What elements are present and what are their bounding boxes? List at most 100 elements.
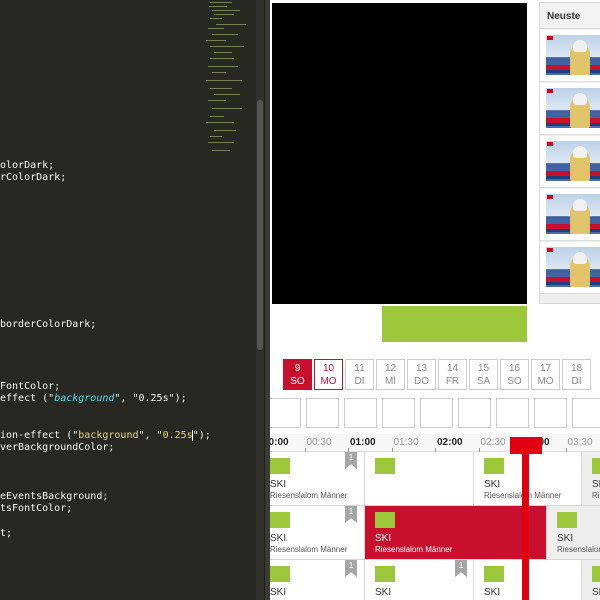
program-cell[interactable]: SKIRiesenslalom Männer1 bbox=[270, 506, 365, 560]
day-tab-13[interactable]: 13 DO bbox=[407, 359, 436, 390]
thumbnail-logo bbox=[547, 36, 553, 40]
filter-checkbox[interactable] bbox=[306, 398, 339, 428]
editor-scroll-thumb[interactable] bbox=[257, 100, 263, 350]
latest-video-item[interactable] bbox=[540, 189, 600, 241]
day-tab-17[interactable]: 17 MO bbox=[531, 359, 560, 390]
code-line[interactable]: rColorDark; bbox=[0, 172, 66, 184]
day-name: DI bbox=[354, 376, 365, 387]
program-title: SKI bbox=[484, 587, 501, 598]
filter-checkbox[interactable] bbox=[344, 398, 377, 428]
program-cell[interactable]: SKIRiesenslalom Männer1 bbox=[270, 560, 365, 600]
current-time-marker-line bbox=[522, 452, 529, 600]
time-label: 01:30 bbox=[393, 437, 419, 448]
latest-video-item[interactable] bbox=[540, 136, 600, 188]
code-area[interactable]: olorDark; rColorDark; borderColorDark; Font… bbox=[0, 0, 211, 600]
day-number: 17 bbox=[539, 363, 552, 374]
time-label: 02:30 bbox=[480, 437, 506, 448]
day-tab-14[interactable]: 14 FR bbox=[438, 359, 467, 390]
day-tab-11[interactable]: 11 DI bbox=[345, 359, 374, 390]
video-thumbnail bbox=[546, 35, 600, 75]
code-line[interactable]: verBackgroundColor; bbox=[0, 442, 114, 454]
code-line[interactable]: effect ("background", "0.25s"); bbox=[0, 393, 187, 405]
live-stream-button[interactable] bbox=[382, 306, 527, 342]
filter-checkbox[interactable] bbox=[382, 398, 415, 428]
code-line[interactable]: ion-effect ("background", "0.25s"); bbox=[0, 430, 211, 442]
program-category-icon bbox=[270, 566, 290, 582]
code-line[interactable]: tsFontColor; bbox=[0, 503, 72, 515]
bookmark-icon[interactable]: 1 bbox=[345, 452, 357, 469]
code-editor[interactable]: olorDark; rColorDark; borderColorDark; Font… bbox=[0, 0, 268, 600]
code-line[interactable]: olorDark; bbox=[0, 160, 54, 172]
day-number: 11 bbox=[354, 363, 365, 374]
program-title: SKI bbox=[375, 533, 392, 544]
day-tab-12[interactable]: 12 MI bbox=[376, 359, 405, 390]
day-number: 18 bbox=[570, 363, 583, 374]
program-subtitle: Riesenslalom Männer bbox=[270, 491, 348, 500]
minimap-line bbox=[214, 52, 232, 53]
day-name: DO bbox=[414, 376, 429, 387]
code-token: eEventsBackground; bbox=[0, 491, 109, 502]
day-name: MO bbox=[320, 376, 337, 387]
program-category-icon bbox=[592, 566, 600, 582]
day-name: FR bbox=[445, 376, 460, 387]
latest-video-item[interactable] bbox=[540, 242, 600, 294]
bookmark-icon[interactable]: 1 bbox=[345, 560, 357, 577]
program-category-icon bbox=[557, 512, 577, 528]
filter-checkbox[interactable] bbox=[572, 398, 600, 428]
video-thumbnail bbox=[546, 88, 600, 128]
minimap-line bbox=[214, 94, 240, 95]
minimap-line bbox=[214, 14, 234, 15]
bookmark-icon[interactable]: 1 bbox=[345, 506, 357, 523]
video-thumbnail bbox=[546, 141, 600, 181]
filter-checkbox[interactable] bbox=[420, 398, 453, 428]
day-number: 13 bbox=[415, 363, 428, 374]
minimap-line bbox=[210, 88, 232, 89]
editor-scrollbar[interactable] bbox=[256, 0, 264, 600]
code-line[interactable]: borderColorDark; bbox=[0, 319, 96, 331]
minimap[interactable] bbox=[200, 0, 258, 160]
filter-checkbox[interactable] bbox=[534, 398, 567, 428]
minimap-line bbox=[210, 18, 222, 19]
program-cell[interactable]: SKIRiesenslalom Männer bbox=[365, 506, 547, 560]
day-tab-10[interactable]: 10 MO bbox=[314, 359, 343, 390]
latest-video-item[interactable] bbox=[540, 83, 600, 135]
day-tab-15[interactable]: 15 SA bbox=[469, 359, 498, 390]
day-tab-18[interactable]: 18 DI bbox=[562, 359, 591, 390]
video-thumbnail bbox=[546, 247, 600, 287]
program-cell[interactable]: SKIRiesenslalom Männer bbox=[582, 560, 600, 600]
day-tab-9[interactable]: 9 SO bbox=[283, 359, 312, 390]
day-number: 14 bbox=[446, 363, 459, 374]
bookmark-icon[interactable]: 1 bbox=[455, 560, 467, 577]
video-player[interactable] bbox=[272, 3, 527, 304]
minimap-line bbox=[210, 46, 244, 47]
code-line[interactable]: t; bbox=[0, 528, 12, 540]
program-cell[interactable]: SKIRiesenslalom Männer 1 bbox=[270, 452, 365, 506]
program-title: SKI bbox=[270, 479, 287, 490]
latest-video-item[interactable] bbox=[540, 30, 600, 82]
code-line[interactable]: FontColor; bbox=[0, 381, 60, 393]
code-token: ", "0.25s"); bbox=[114, 393, 187, 404]
program-subtitle: Riesenslalom Männer bbox=[375, 545, 453, 554]
day-tab-16[interactable]: 16 SO bbox=[500, 359, 529, 390]
filter-checkbox[interactable] bbox=[270, 398, 301, 428]
program-title: SKI bbox=[592, 479, 600, 490]
code-token: t; bbox=[0, 528, 13, 539]
code-token: rColorDark; bbox=[0, 172, 67, 183]
thumbnail-helmet bbox=[573, 199, 587, 211]
thumbnail-helmet bbox=[573, 146, 587, 158]
program-subtitle: Riesenslalom Männer bbox=[592, 491, 600, 500]
video-thumbnail bbox=[546, 194, 600, 234]
program-title: SKI bbox=[270, 533, 287, 544]
program-cell[interactable]: SKIRiesenslalom Männer bbox=[582, 452, 600, 506]
filter-checkbox[interactable] bbox=[458, 398, 491, 428]
program-cell[interactable]: SKIRiesenslalom Männer1 bbox=[365, 560, 474, 600]
minimap-line bbox=[210, 136, 222, 137]
program-category-icon bbox=[270, 458, 290, 474]
minimap-line bbox=[206, 40, 226, 41]
program-cell[interactable]: SKIRiesenslalom Männer bbox=[547, 506, 600, 560]
code-line[interactable]: eEventsBackground; bbox=[0, 491, 108, 503]
time-ruler: 00:0000:3001:0001:3002:0002:3003:0003:30 bbox=[270, 434, 600, 452]
program-title: SKI bbox=[270, 587, 287, 598]
filter-checkbox[interactable] bbox=[496, 398, 529, 428]
program-cell[interactable] bbox=[365, 452, 474, 506]
